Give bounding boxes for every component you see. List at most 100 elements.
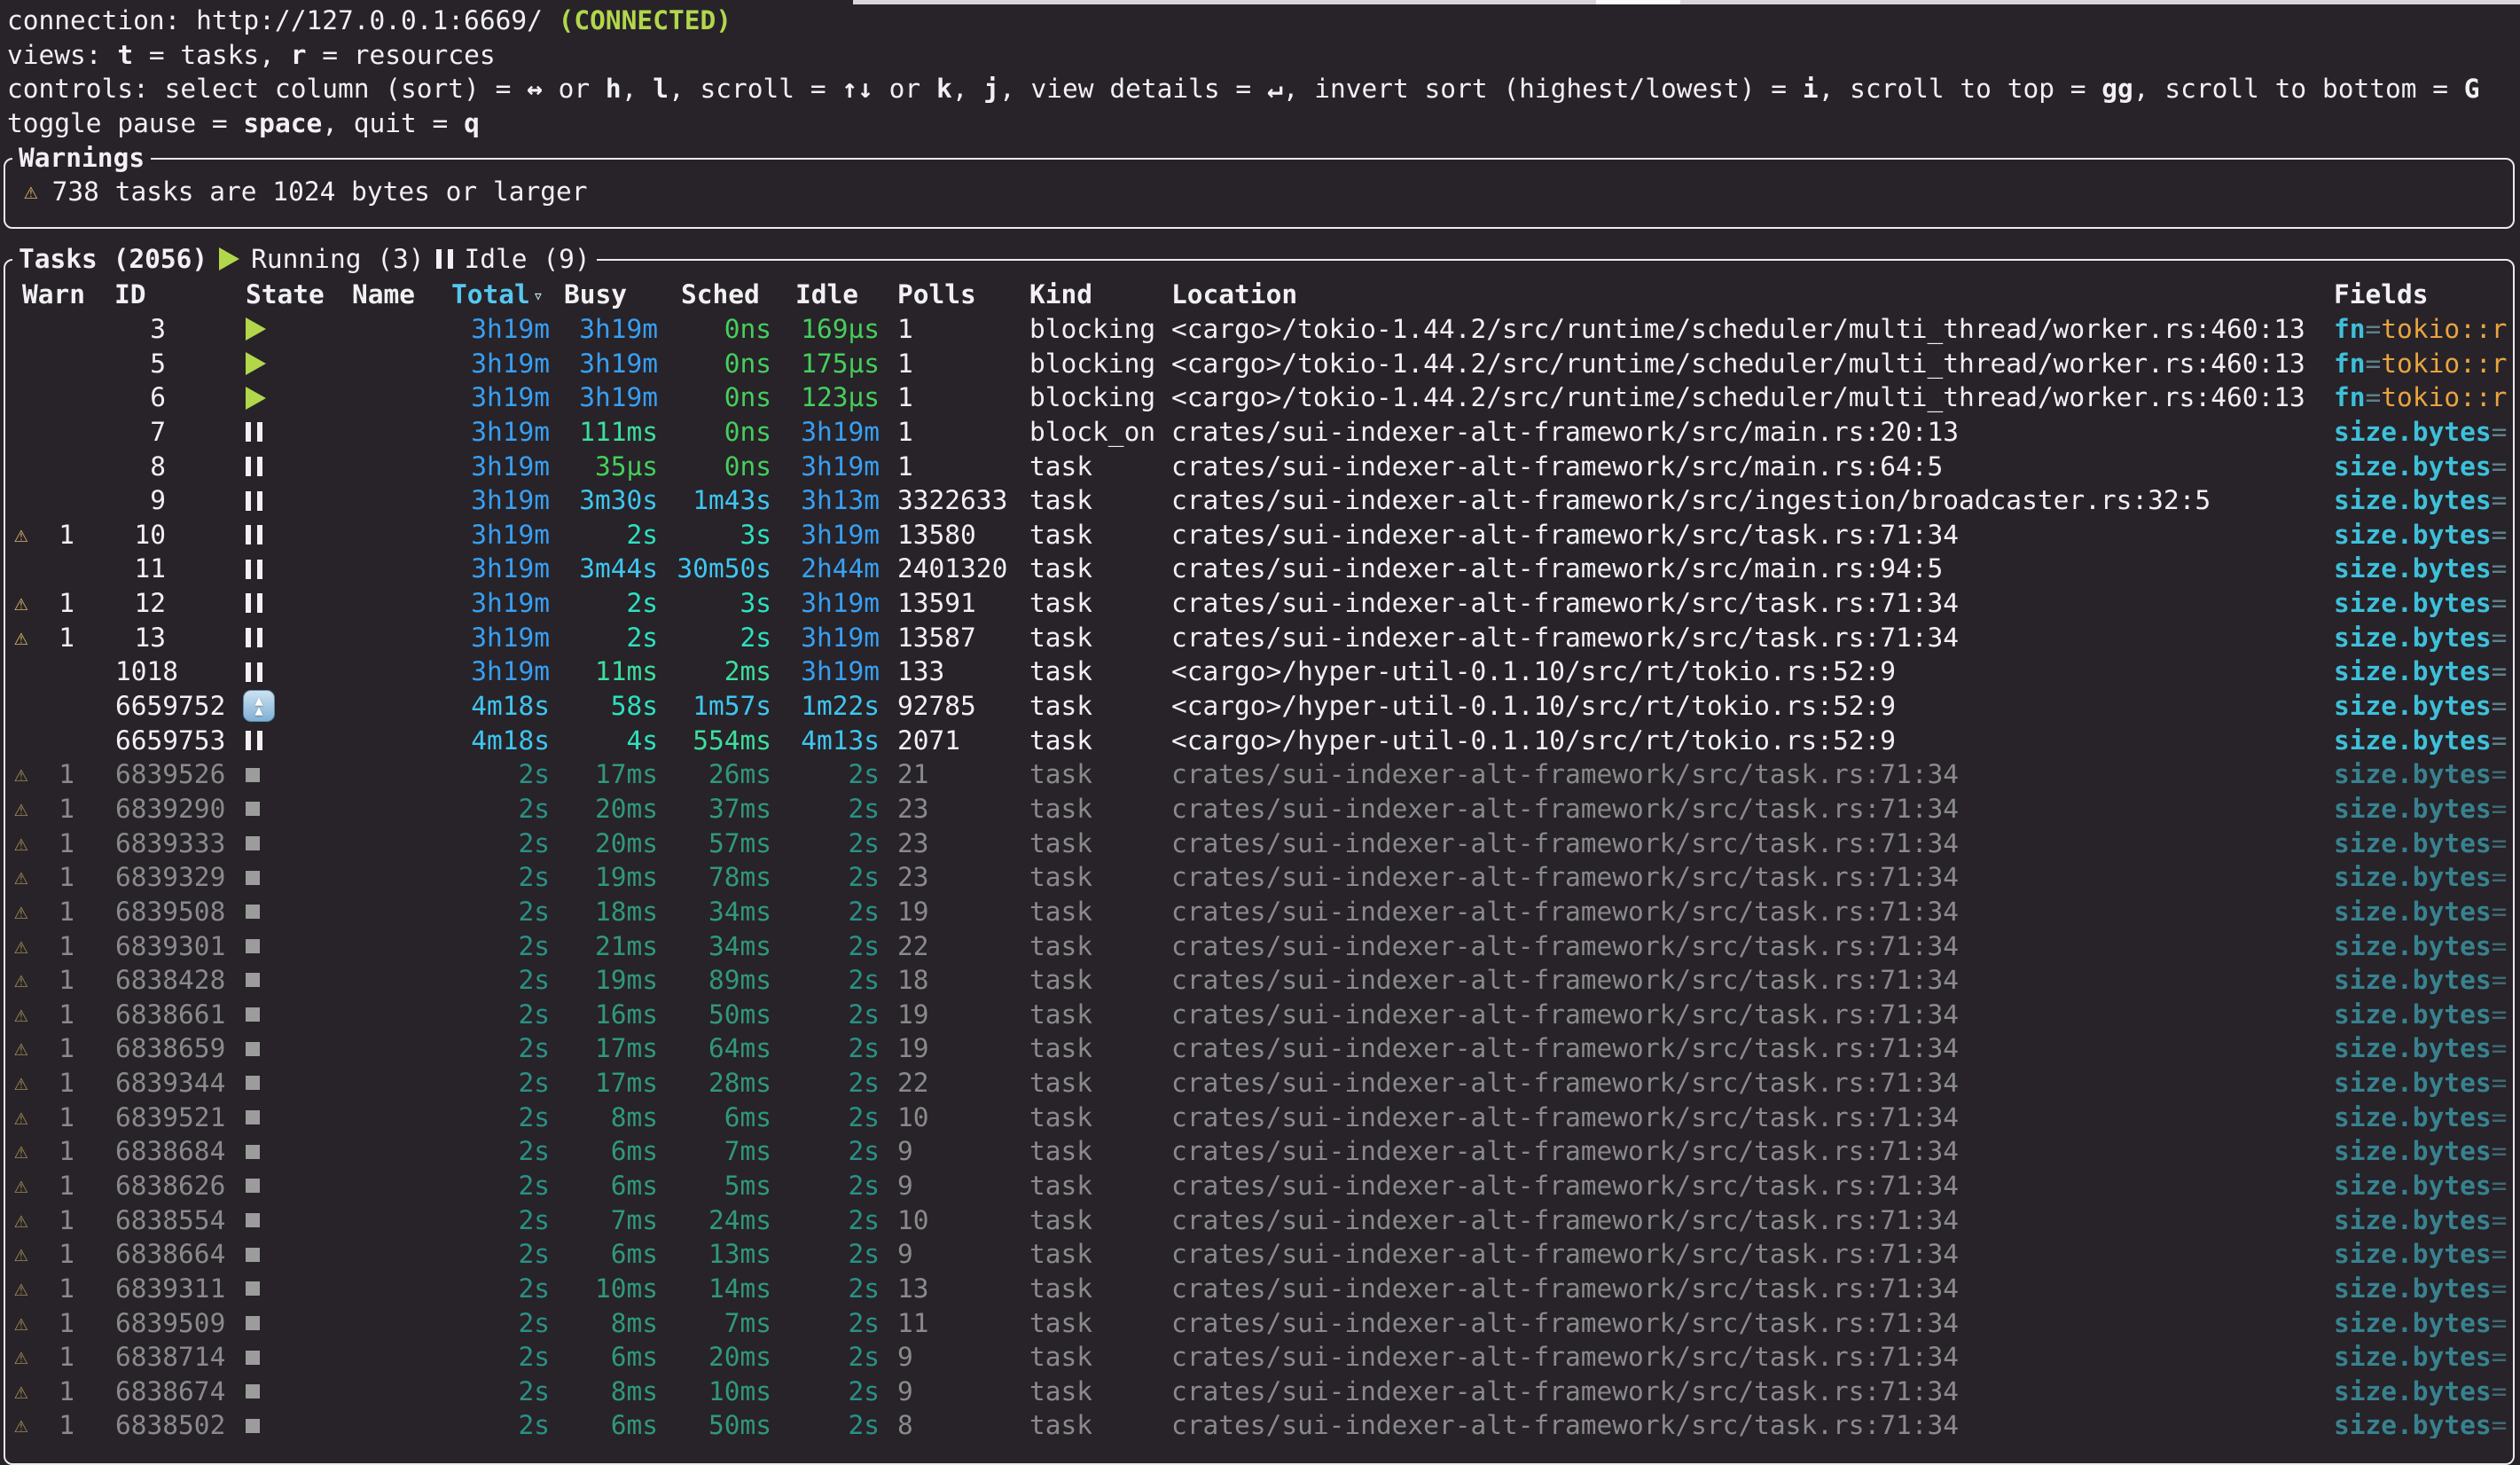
task-id: 6838428	[115, 963, 166, 998]
task-row[interactable]: ⚠168395262s17ms26ms2s21taskcrates/sui-in…	[0, 757, 2515, 792]
task-warn: ⚠1	[14, 963, 74, 998]
completed-state-icon	[246, 1007, 260, 1022]
help-segment: , scroll to bottom =	[2133, 74, 2464, 104]
column-header-fields[interactable]: Fields	[2334, 278, 2429, 312]
task-polls: 1	[897, 450, 1021, 484]
task-row[interactable]: 33h19m3h19m0ns169µs1blocking<cargo>/toki…	[0, 312, 2515, 347]
task-warn	[14, 654, 74, 689]
task-location: crates/sui-indexer-alt-framework/src/tas…	[1171, 963, 2328, 998]
task-row[interactable]: ⚠168393292s19ms78ms2s23taskcrates/sui-in…	[0, 860, 2515, 895]
woken-state-icon: ▲▲	[243, 690, 275, 722]
task-polls: 13591	[897, 586, 1021, 621]
task-polls: 23	[897, 827, 1021, 861]
field-key: size.bytes	[2334, 1308, 2492, 1338]
help-line-1: connection: http://127.0.0.1:6669/ (CONN…	[7, 4, 2480, 38]
task-row[interactable]: 53h19m3h19m0ns175µs1blocking<cargo>/toki…	[0, 347, 2515, 381]
task-kind: task	[1029, 483, 1170, 518]
task-row[interactable]: ⚠1133h19m2s2s3h19m13587taskcrates/sui-in…	[0, 621, 2515, 655]
field-key: fn	[2334, 349, 2366, 379]
task-kind: task	[1029, 586, 1170, 621]
task-row[interactable]: ⚠1103h19m2s3s3h19m13580taskcrates/sui-in…	[0, 518, 2515, 552]
field-key: size.bytes	[2334, 691, 2492, 721]
task-row[interactable]: 10183h19m11ms2ms3h19m133task<cargo>/hype…	[0, 654, 2515, 689]
task-row[interactable]: ⚠1123h19m2s3s3h19m13591taskcrates/sui-in…	[0, 586, 2515, 621]
task-id: 6839333	[115, 827, 166, 861]
task-table-body: 33h19m3h19m0ns169µs1blocking<cargo>/toki…	[0, 312, 2515, 1438]
task-row[interactable]: 6659752▲▲4m18s58s1m57s1m22s92785task<car…	[0, 689, 2515, 724]
column-header-state[interactable]: State	[246, 278, 325, 312]
task-warn	[14, 450, 74, 484]
column-header-name[interactable]: Name	[352, 278, 415, 312]
task-fields: size.bytes=	[2334, 483, 2515, 518]
field-key: size.bytes	[2334, 1068, 2492, 1098]
task-row[interactable]: ⚠168386612s16ms50ms2s19taskcrates/sui-in…	[0, 998, 2515, 1032]
column-header-location[interactable]: Location	[1171, 278, 1297, 312]
column-header-sched[interactable]: Sched	[681, 278, 760, 312]
task-warn	[14, 483, 74, 518]
task-row[interactable]: ⚠168386592s17ms64ms2s19taskcrates/sui-in…	[0, 1031, 2515, 1066]
task-row[interactable]: ⚠168384282s19ms89ms2s18taskcrates/sui-in…	[0, 963, 2515, 998]
task-row[interactable]: ⚠168386742s8ms10ms2s9taskcrates/sui-inde…	[0, 1375, 2515, 1409]
column-header-warn[interactable]: Warn	[22, 278, 85, 312]
column-header-idle[interactable]: Idle	[795, 278, 858, 312]
column-header-kind[interactable]: Kind	[1029, 278, 1092, 312]
column-header-polls[interactable]: Polls	[897, 278, 976, 312]
task-warn: ⚠1	[14, 929, 74, 964]
task-row[interactable]: 63h19m3h19m0ns123µs1blocking<cargo>/toki…	[0, 380, 2515, 415]
task-warn: ⚠1	[14, 757, 74, 792]
task-row[interactable]: 93h19m3m30s1m43s3h13m3322633taskcrates/s…	[0, 483, 2515, 518]
task-idle: 175µs	[725, 347, 880, 381]
task-location: crates/sui-indexer-alt-framework/src/tas…	[1171, 1169, 2328, 1203]
task-row[interactable]: ⚠168393012s21ms34ms2s22taskcrates/sui-in…	[0, 929, 2515, 964]
task-row[interactable]: 113h19m3m44s30m50s2h44m2401320taskcrates…	[0, 552, 2515, 586]
task-location: crates/sui-indexer-alt-framework/src/tas…	[1171, 1272, 2328, 1306]
task-row[interactable]: ⚠168395082s18ms34ms2s19taskcrates/sui-in…	[0, 895, 2515, 929]
task-row[interactable]: ⚠168393332s20ms57ms2s23taskcrates/sui-in…	[0, 827, 2515, 861]
running-state-icon	[246, 317, 266, 341]
field-equals: =	[2492, 1205, 2508, 1235]
task-warn: ⚠1	[14, 1340, 74, 1375]
task-row[interactable]: ⚠168385022s6ms50ms2s8taskcrates/sui-inde…	[0, 1408, 2515, 1438]
task-fields: size.bytes=	[2334, 689, 2515, 724]
task-row[interactable]: 73h19m111ms0ns3h19m1block_oncrates/sui-i…	[0, 415, 2515, 450]
warn-count: 1	[59, 1169, 74, 1203]
completed-state-icon	[246, 871, 260, 885]
task-state	[246, 1203, 387, 1238]
task-warn: ⚠1	[14, 792, 74, 827]
task-polls: 19	[897, 895, 1021, 929]
task-kind: task	[1029, 963, 1170, 998]
task-warn	[14, 724, 74, 758]
task-row[interactable]: ⚠168387142s6ms20ms2s9taskcrates/sui-inde…	[0, 1340, 2515, 1375]
column-header-busy[interactable]: Busy	[564, 278, 627, 312]
task-row[interactable]: ⚠168395212s8ms6ms2s10taskcrates/sui-inde…	[0, 1101, 2515, 1135]
task-row[interactable]: ⚠168386262s6ms5ms2s9taskcrates/sui-index…	[0, 1169, 2515, 1203]
idle-state-icon	[246, 525, 262, 544]
task-row[interactable]: 66597534m18s4s554ms4m13s2071task<cargo>/…	[0, 724, 2515, 758]
field-key: size.bytes	[2334, 1033, 2492, 1063]
task-fields: size.bytes=	[2334, 1169, 2515, 1203]
field-key: size.bytes	[2334, 417, 2492, 447]
task-idle: 2s	[725, 1066, 880, 1101]
task-row[interactable]: ⚠168386642s6ms13ms2s9taskcrates/sui-inde…	[0, 1237, 2515, 1272]
task-row[interactable]: ⚠168393442s17ms28ms2s22taskcrates/sui-in…	[0, 1066, 2515, 1101]
task-row[interactable]: ⚠168392902s20ms37ms2s23taskcrates/sui-in…	[0, 792, 2515, 827]
task-row[interactable]: ⚠168385542s7ms24ms2s10taskcrates/sui-ind…	[0, 1203, 2515, 1238]
field-key: fn	[2334, 382, 2366, 412]
task-row[interactable]: ⚠168393112s10ms14ms2s13taskcrates/sui-in…	[0, 1272, 2515, 1306]
task-kind: task	[1029, 895, 1170, 929]
task-polls: 9	[897, 1340, 1021, 1375]
task-polls: 1	[897, 380, 1021, 415]
column-header-id[interactable]: ID	[114, 278, 146, 312]
task-fields: fn=tokio::r	[2334, 380, 2515, 415]
column-header-total[interactable]: Total▿	[451, 278, 544, 313]
task-row[interactable]: ⚠168386842s6ms7ms2s9taskcrates/sui-index…	[0, 1134, 2515, 1169]
task-row[interactable]: 83h19m35µs0ns3h19m1taskcrates/sui-indexe…	[0, 450, 2515, 484]
field-equals: =	[2492, 1410, 2508, 1438]
task-fields: fn=tokio::r	[2334, 347, 2515, 381]
field-key: size.bytes	[2334, 451, 2492, 482]
task-idle: 2s	[725, 998, 880, 1032]
task-kind: task	[1029, 1375, 1170, 1409]
field-key: size.bytes	[2334, 588, 2492, 618]
task-warn: ⚠1	[14, 1306, 74, 1341]
task-row[interactable]: ⚠168395092s8ms7ms2s11taskcrates/sui-inde…	[0, 1306, 2515, 1341]
